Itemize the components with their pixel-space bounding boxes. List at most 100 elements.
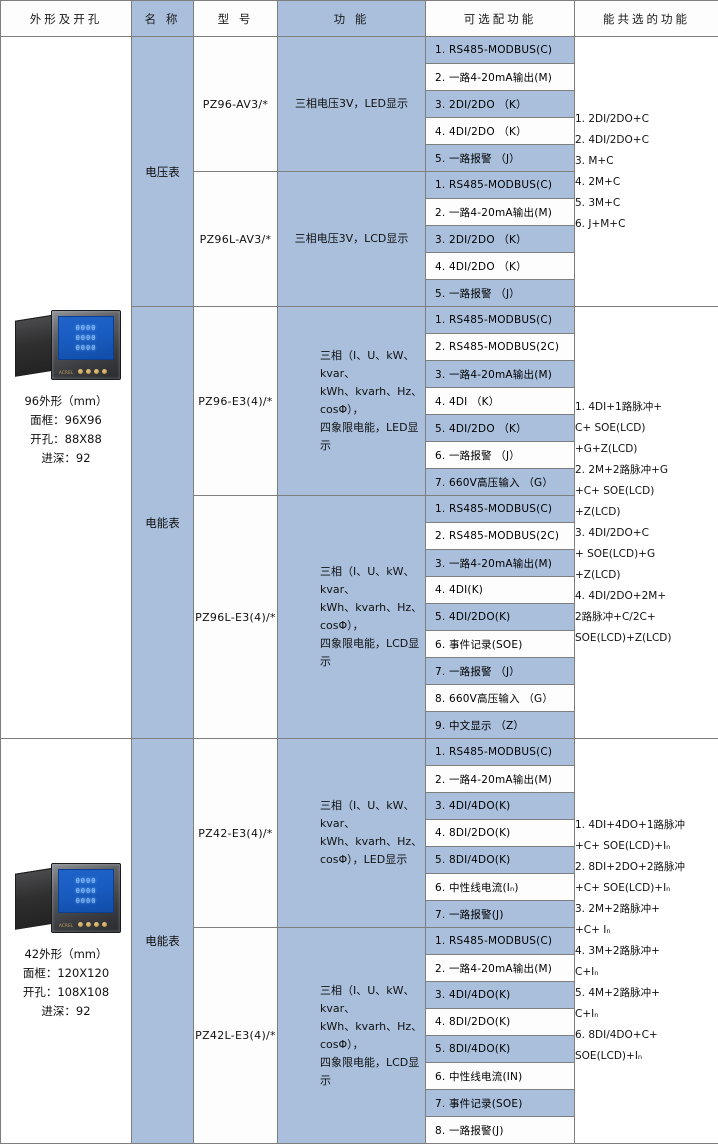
combinable-function-item: 2. 8DI+2DO+2路脉冲	[575, 857, 718, 878]
model-number: PZ42-E3(4)/*	[194, 739, 278, 928]
optional-function-item[interactable]: 1. RS485-MODBUS(C)	[426, 307, 575, 334]
spec-line: 96外形（mm）	[1, 392, 131, 411]
function-line: kWh、kvarh、Hz、	[320, 833, 425, 851]
combinable-function-item: 2. 2M+2路脉冲+G	[575, 460, 718, 481]
panel-meter-photo: 000000000000 ACREL	[11, 308, 121, 380]
column-header-model: 型 号	[194, 1, 278, 37]
combinable-function-item: 3. M+C	[575, 151, 718, 172]
combinable-function-item: 4. 3M+2路脉冲+	[575, 941, 718, 962]
combinable-function-list: 1. 4DI+4DO+1路脉冲+C+ SOE(LCD)+Iₙ2. 8DI+2DO…	[575, 739, 718, 1144]
optional-function-item[interactable]: 7. 事件记录(SOE)	[426, 1090, 575, 1117]
combinable-function-item: +Z(LCD)	[575, 565, 718, 586]
optional-function-item[interactable]: 4. 4DI/2DO （K）	[426, 118, 575, 145]
spec-line: 开孔：88X88	[1, 430, 131, 449]
optional-function-item[interactable]: 5. 4DI/2DO(K)	[426, 604, 575, 631]
optional-function-item[interactable]: 3. 4DI/4DO(K)	[426, 793, 575, 820]
function-description: 三相电压3V，LED显示	[278, 37, 426, 172]
optional-function-item[interactable]: 6. 中性线电流(IN)	[426, 1063, 575, 1090]
optional-function-item[interactable]: 5. 一路报警 （J）	[426, 280, 575, 307]
optional-function-item[interactable]: 2. 一路4-20mA输出(M)	[426, 64, 575, 91]
optional-function-item[interactable]: 2. 一路4-20mA输出(M)	[426, 199, 575, 226]
function-description: 三相（I、U、kW、kvar、kWh、kvarh、Hz、cosΦ），四象限电能，…	[278, 928, 426, 1144]
combinable-function-item: + SOE(LCD)+G	[575, 544, 718, 565]
optional-function-item[interactable]: 3. 2DI/2DO （K）	[426, 226, 575, 253]
optional-function-item[interactable]: 5. 4DI/2DO （K）	[426, 415, 575, 442]
combinable-function-item: 5. 3M+C	[575, 193, 718, 214]
optional-function-item[interactable]: 8. 一路报警(J)	[426, 1117, 575, 1144]
optional-function-item[interactable]: 5. 8DI/4DO(K)	[426, 847, 575, 874]
optional-function-item[interactable]: 4. 8DI/2DO(K)	[426, 820, 575, 847]
combinable-function-item: +G+Z(LCD)	[575, 439, 718, 460]
spec-line: 进深：92	[1, 449, 131, 468]
combinable-function-item: +C+ SOE(LCD)+Iₙ	[575, 878, 718, 899]
optional-function-item[interactable]: 5. 一路报警 （J）	[426, 145, 575, 172]
function-line: 三相（I、U、kW、kvar、	[320, 563, 425, 599]
optional-function-item[interactable]: 6. 中性线电流(Iₙ)	[426, 874, 575, 901]
optional-function-item[interactable]: 5. 8DI/4DO(K)	[426, 1036, 575, 1063]
meter-category-name: 电压表	[132, 37, 194, 307]
combinable-function-item: +C+ Iₙ	[575, 920, 718, 941]
combinable-function-item: C+ SOE(LCD)	[575, 418, 718, 439]
function-description: 三相（I、U、kW、kvar、kWh、kvarh、Hz、cosΦ），四象限电能，…	[278, 496, 426, 739]
combinable-function-item: 4. 4DI/2DO+2M+	[575, 586, 718, 607]
optional-function-item[interactable]: 7. 一路报警 （J）	[426, 658, 575, 685]
optional-function-item[interactable]: 1. RS485-MODBUS(C)	[426, 37, 575, 64]
column-header-combinable-functions: 能共选的功能	[575, 1, 718, 37]
optional-function-item[interactable]: 2. RS485-MODBUS(2C)	[426, 334, 575, 361]
optional-function-item[interactable]: 4. 4DI/2DO （K）	[426, 253, 575, 280]
spec-line: 进深：92	[1, 1002, 131, 1021]
combinable-function-item: 3. 2M+2路脉冲+	[575, 899, 718, 920]
optional-function-item[interactable]: 8. 660V高压输入 （G）	[426, 685, 575, 712]
optional-function-item[interactable]: 4. 8DI/2DO(K)	[426, 1009, 575, 1036]
optional-function-item[interactable]: 3. 一路4-20mA输出(M)	[426, 361, 575, 388]
optional-function-item[interactable]: 4. 4DI （K）	[426, 388, 575, 415]
optional-function-item[interactable]: 9. 中文显示 （Z）	[426, 712, 575, 739]
combinable-function-item: 2路脉冲+C/2C+	[575, 607, 718, 628]
function-line: kWh、kvarh、Hz、cosΦ），	[320, 383, 425, 419]
function-description: 三相（I、U、kW、kvar、kWh、kvarh、Hz、cosΦ），四象限电能，…	[278, 307, 426, 496]
meter-category-name: 电能表	[132, 739, 194, 1144]
optional-function-item[interactable]: 2. 一路4-20mA输出(M)	[426, 766, 575, 793]
dimension-specs: 96外形（mm）面框：96X96开孔：88X88进深：92	[1, 392, 131, 468]
outline-photo-cell: 000000000000 ACREL 42外形（mm）面框：120X120开孔：…	[1, 739, 132, 1144]
product-selection-table: 外形及开孔 名 称 型 号 功 能 可选配功能 能共选的功能 000000000…	[0, 0, 718, 1144]
optional-function-item[interactable]: 3. 2DI/2DO （K）	[426, 91, 575, 118]
combinable-function-list: 1. 2DI/2DO+C2. 4DI/2DO+C3. M+C4. 2M+C5. …	[575, 37, 718, 307]
combinable-function-item: SOE(LCD)+Iₙ	[575, 1046, 718, 1067]
table-header-row: 外形及开孔 名 称 型 号 功 能 可选配功能 能共选的功能	[1, 1, 718, 37]
spec-line: 面框：120X120	[1, 964, 131, 983]
meter-category-name: 电能表	[132, 307, 194, 739]
optional-function-item[interactable]: 7. 一路报警(J)	[426, 901, 575, 928]
optional-function-item[interactable]: 1. RS485-MODBUS(C)	[426, 928, 575, 955]
combinable-function-item: 2. 4DI/2DO+C	[575, 130, 718, 151]
table-row: 000000000000 ACREL 96外形（mm）面框：96X96开孔：88…	[1, 37, 718, 64]
model-number: PZ42L-E3(4)/*	[194, 928, 278, 1144]
function-line: kWh、kvarh、Hz、cosΦ），	[320, 599, 425, 635]
function-description: 三相电压3V，LCD显示	[278, 172, 426, 307]
function-line: 三相（I、U、kW、kvar、	[320, 982, 425, 1018]
model-number: PZ96-E3(4)/*	[194, 307, 278, 496]
optional-function-item[interactable]: 1. RS485-MODBUS(C)	[426, 172, 575, 199]
optional-function-item[interactable]: 2. 一路4-20mA输出(M)	[426, 955, 575, 982]
combinable-function-item: 5. 4M+2路脉冲+	[575, 983, 718, 1004]
combinable-function-item: 4. 2M+C	[575, 172, 718, 193]
function-line: 四象限电能，LCD显示	[320, 635, 425, 671]
spec-line: 开孔：108X108	[1, 983, 131, 1002]
optional-function-item[interactable]: 6. 事件记录(SOE)	[426, 631, 575, 658]
function-line: kWh、kvarh、Hz、cosΦ），	[320, 1018, 425, 1054]
optional-function-item[interactable]: 4. 4DI(K)	[426, 577, 575, 604]
combinable-function-item: 1. 2DI/2DO+C	[575, 109, 718, 130]
function-line: 三相（I、U、kW、kvar、	[320, 797, 425, 833]
dimension-specs: 42外形（mm）面框：120X120开孔：108X108进深：92	[1, 945, 131, 1021]
optional-function-item[interactable]: 2. RS485-MODBUS(2C)	[426, 523, 575, 550]
optional-function-item[interactable]: 3. 一路4-20mA输出(M)	[426, 550, 575, 577]
function-description: 三相（I、U、kW、kvar、kWh、kvarh、Hz、cosΦ），LED显示	[278, 739, 426, 928]
optional-function-item[interactable]: 1. RS485-MODBUS(C)	[426, 739, 575, 766]
optional-function-item[interactable]: 7. 660V高压输入 （G）	[426, 469, 575, 496]
combinable-function-item: 3. 4DI/2DO+C	[575, 523, 718, 544]
optional-function-item[interactable]: 3. 4DI/4DO(K)	[426, 982, 575, 1009]
column-header-name: 名 称	[132, 1, 194, 37]
table-body: 000000000000 ACREL 96外形（mm）面框：96X96开孔：88…	[1, 37, 718, 1144]
optional-function-item[interactable]: 1. RS485-MODBUS(C)	[426, 496, 575, 523]
optional-function-item[interactable]: 6. 一路报警 （J）	[426, 442, 575, 469]
